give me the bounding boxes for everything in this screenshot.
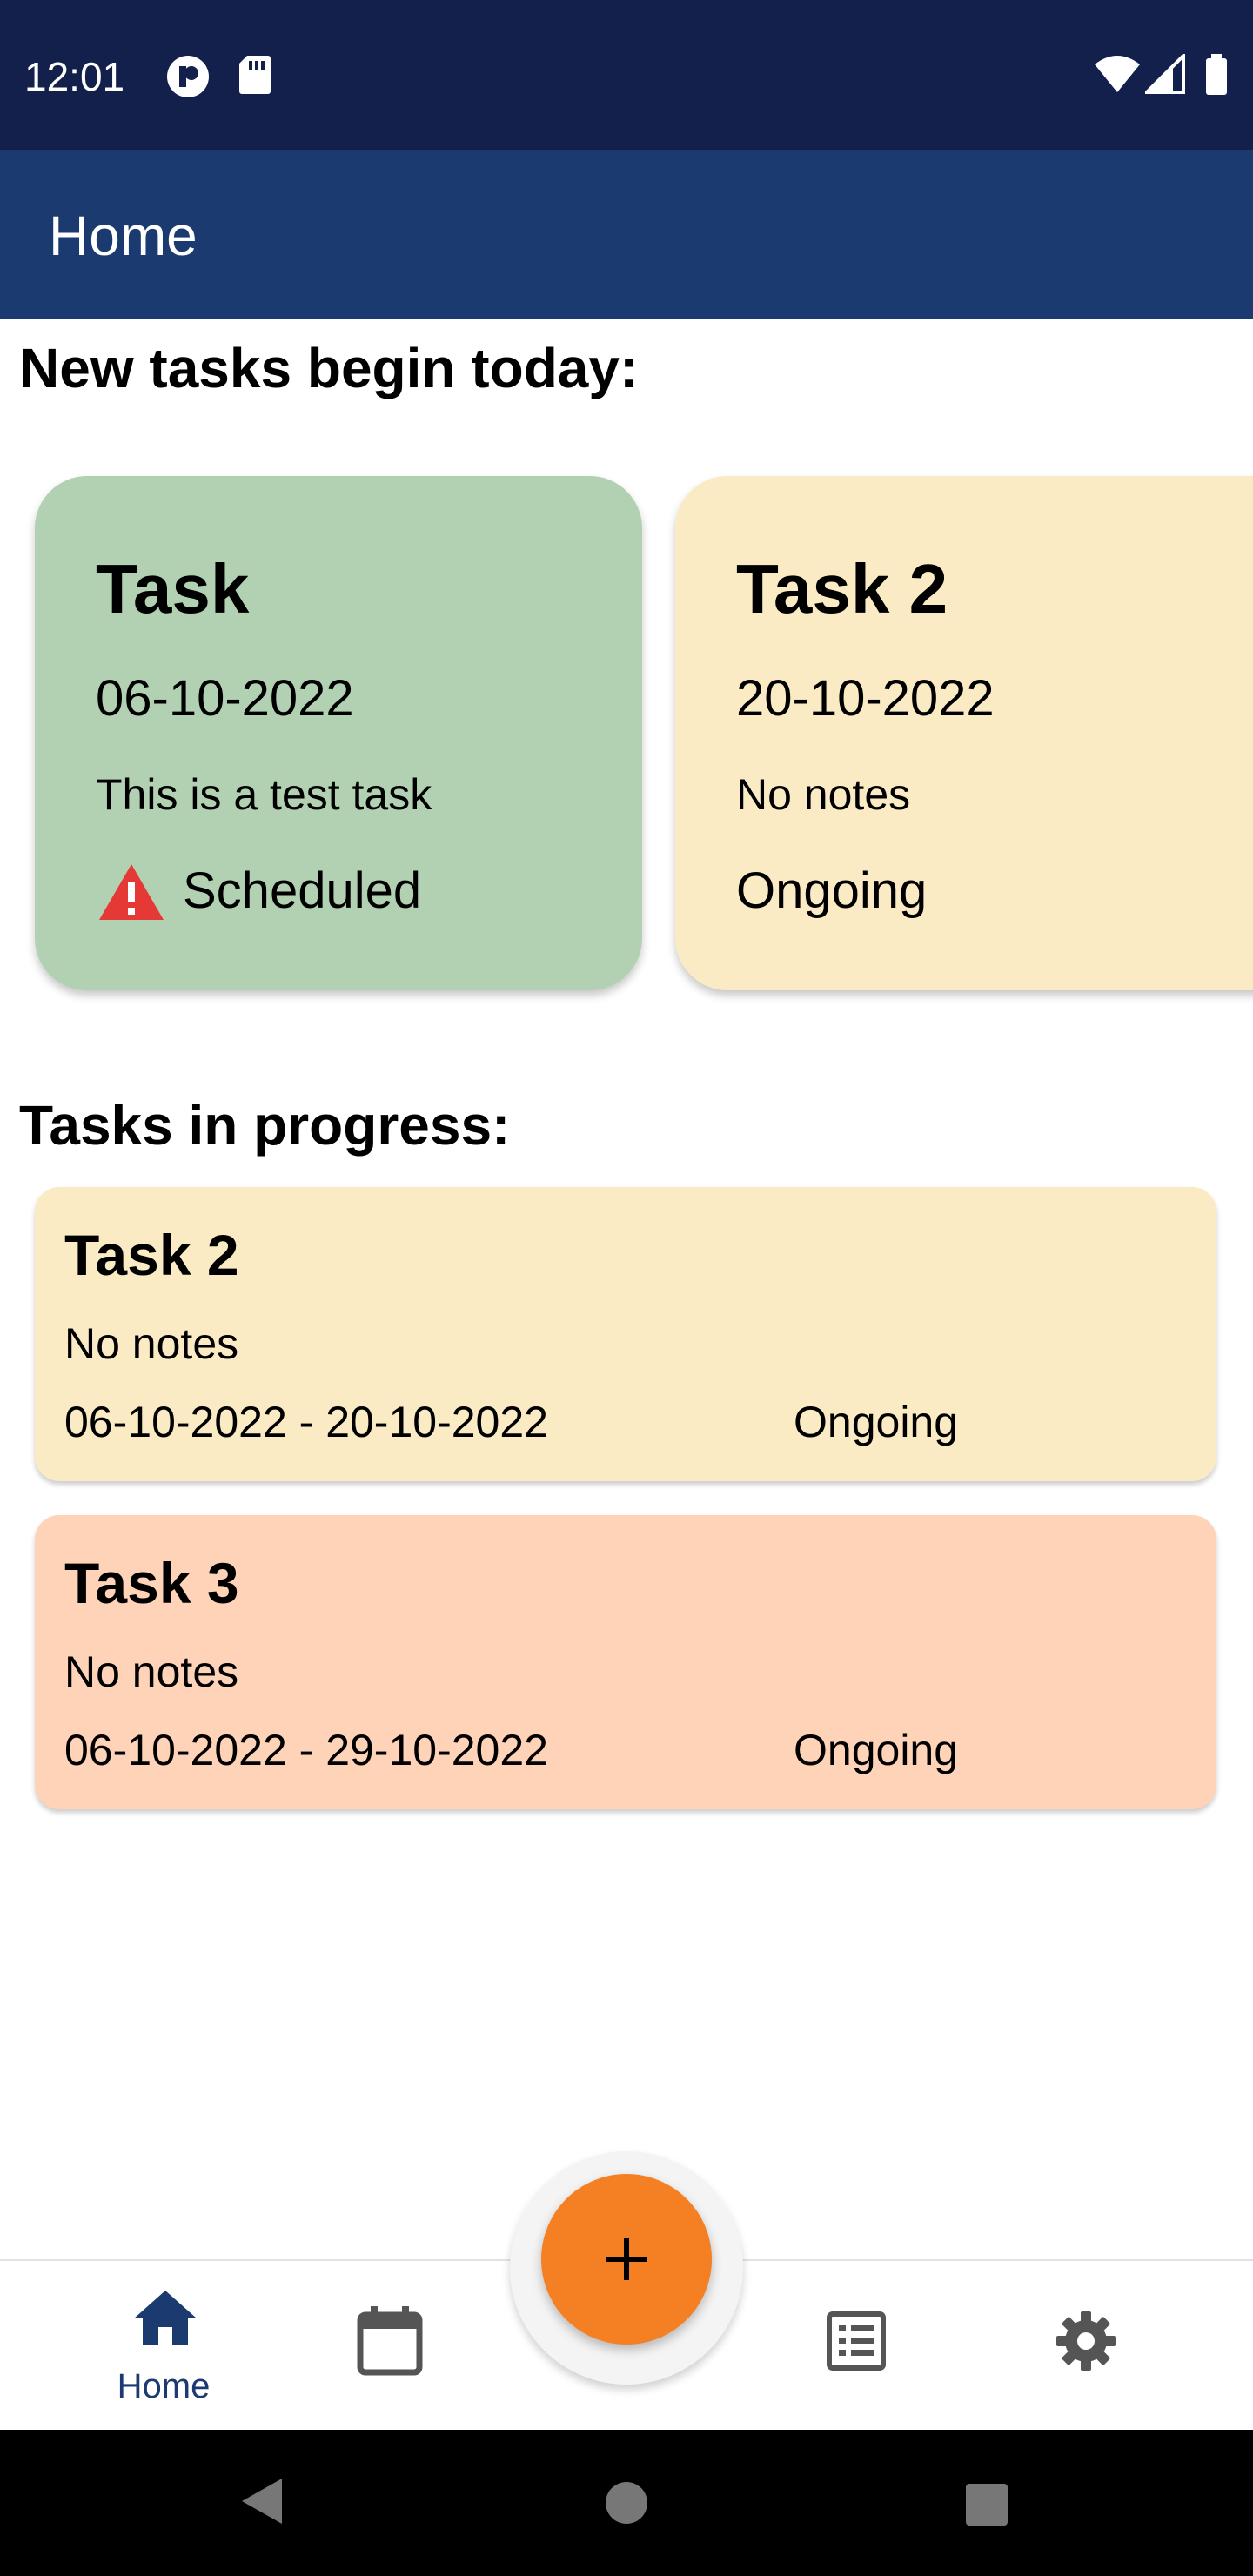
signal-icon bbox=[1145, 54, 1185, 94]
task-status: Ongoing bbox=[794, 1398, 959, 1446]
warning-icon bbox=[99, 864, 164, 920]
add-task-button[interactable] bbox=[541, 2174, 712, 2345]
nav-calendar[interactable] bbox=[357, 2306, 432, 2381]
sd-card-icon bbox=[239, 56, 271, 94]
status-time: 12:01 bbox=[24, 54, 125, 99]
task-title: Task 2 bbox=[64, 1223, 239, 1287]
settings-icon bbox=[1056, 2311, 1116, 2371]
task-date-range: 06-10-2022 - 29-10-2022 bbox=[64, 1726, 548, 1774]
nav-settings[interactable] bbox=[1055, 2310, 1121, 2376]
task-status: Ongoing bbox=[736, 862, 928, 919]
task-date: 20-10-2022 bbox=[736, 670, 995, 727]
battery-icon bbox=[1206, 54, 1227, 95]
notification-app-icon bbox=[167, 56, 209, 97]
task-status: Scheduled bbox=[183, 862, 422, 919]
add-icon bbox=[606, 2238, 647, 2280]
task-title: Task 3 bbox=[64, 1551, 239, 1615]
task-date-range: 06-10-2022 - 20-10-2022 bbox=[64, 1398, 548, 1446]
page-title: Home bbox=[49, 205, 198, 267]
new-tasks-heading: New tasks begin today: bbox=[19, 337, 639, 399]
app-bar: Home bbox=[0, 150, 1253, 319]
calendar-icon bbox=[357, 2306, 423, 2376]
new-task-card[interactable]: Task 06-10-2022 This is a test task Sche… bbox=[35, 476, 642, 990]
new-task-card[interactable]: Task 2 20-10-2022 No notes Ongoing bbox=[675, 476, 1253, 990]
nav-home-label: Home bbox=[117, 2367, 211, 2405]
task-title: Task 2 bbox=[736, 550, 948, 627]
list-icon bbox=[827, 2311, 886, 2371]
recents-icon[interactable] bbox=[964, 2482, 1009, 2527]
home-circle-icon[interactable] bbox=[604, 2480, 649, 2526]
progress-task-card[interactable]: Task 3 No notes 06-10-2022 - 29-10-2022 … bbox=[35, 1515, 1216, 1809]
status-bar: 12:01 bbox=[0, 0, 1253, 150]
progress-task-card[interactable]: Task 2 No notes 06-10-2022 - 20-10-2022 … bbox=[35, 1187, 1216, 1481]
home-icon bbox=[134, 2291, 197, 2345]
task-notes: This is a test task bbox=[96, 770, 432, 819]
task-title: Task bbox=[96, 550, 250, 627]
task-notes: No notes bbox=[64, 1319, 239, 1368]
wifi-icon bbox=[1095, 56, 1140, 92]
in-progress-heading: Tasks in progress: bbox=[19, 1094, 511, 1157]
task-status: Ongoing bbox=[794, 1726, 959, 1774]
task-notes: No notes bbox=[736, 770, 911, 819]
task-notes: No notes bbox=[64, 1647, 239, 1696]
back-icon[interactable] bbox=[237, 2475, 285, 2527]
system-navigation-bar bbox=[0, 2430, 1253, 2576]
task-date: 06-10-2022 bbox=[96, 670, 354, 727]
nav-list[interactable] bbox=[827, 2311, 893, 2378]
